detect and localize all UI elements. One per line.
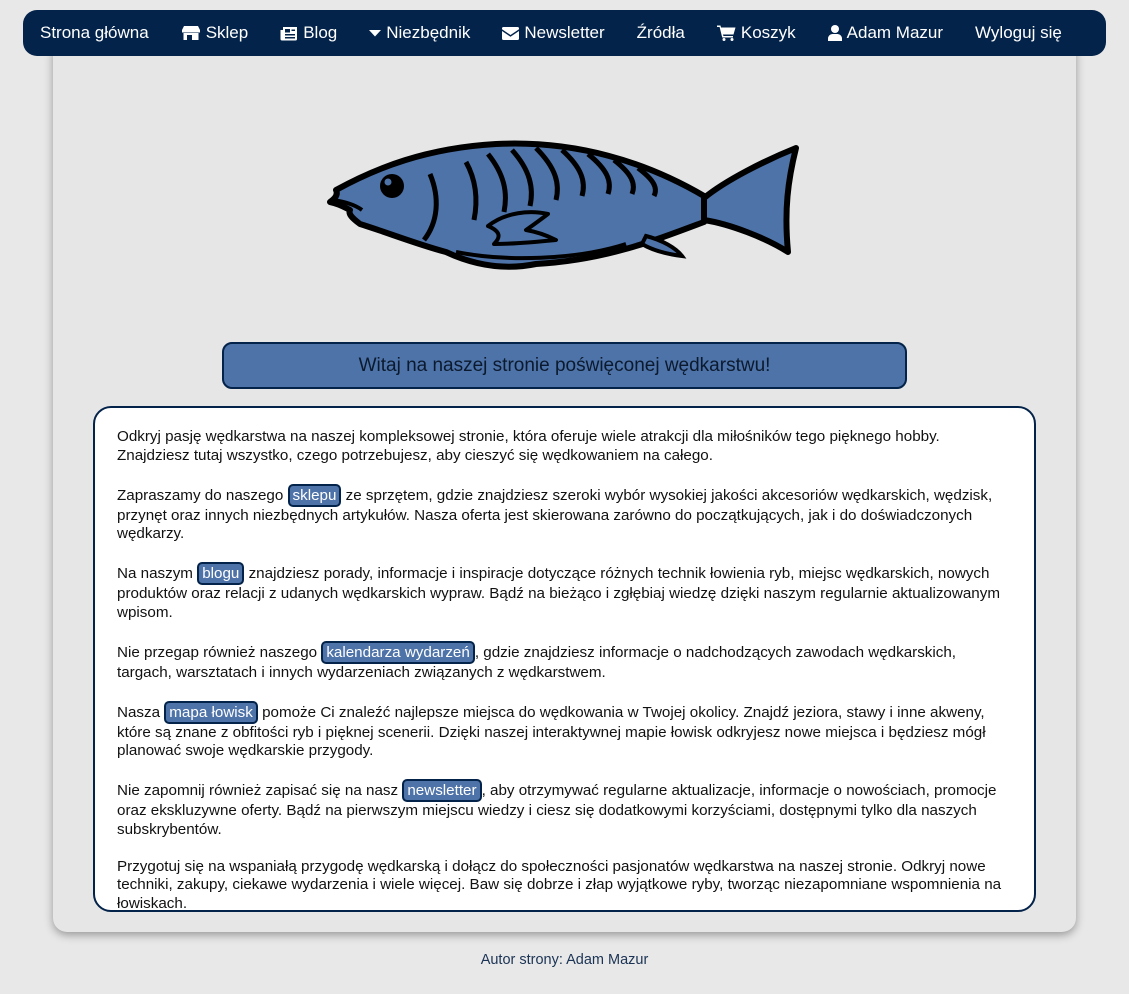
intro-content: Odkryj pasję wędkarstwa na naszej komple… — [93, 406, 1036, 912]
top-navigation: Strona główna Sklep Blog Niezbędnik News… — [23, 10, 1106, 56]
nav-sources[interactable]: Źródła — [637, 23, 685, 43]
newspaper-icon — [280, 26, 298, 40]
fish-icon — [327, 140, 799, 270]
nav-shop[interactable]: Sklep — [181, 23, 249, 43]
text-segment: Nie zapomnij również zapisać się na nasz — [117, 782, 403, 799]
footer-author: Autor strony: Adam Mazur — [480, 952, 649, 968]
nav-logout-label: Wyloguj się — [975, 23, 1062, 42]
caret-down-icon — [369, 30, 382, 37]
nav-cart[interactable]: Koszyk — [716, 23, 796, 43]
shop-paragraph: Zapraszamy do naszego sklepu ze sprzętem… — [117, 483, 1012, 544]
nav-cart-label: Koszyk — [740, 23, 796, 42]
shopping-cart-icon — [716, 25, 736, 41]
welcome-text: Witaj na naszej stronie poświęconej wędk… — [358, 354, 771, 376]
nav-essentials-label: Niezbędnik — [386, 23, 471, 42]
map-paragraph: Nasza mapa łowisk pomoże Ci znaleźć najl… — [117, 700, 1012, 761]
text-segment: Zapraszamy do naszego — [117, 486, 288, 504]
store-icon — [181, 26, 200, 40]
nav-logout[interactable]: Wyloguj się — [975, 23, 1062, 43]
nav-home[interactable]: Strona główna — [40, 23, 149, 43]
blog-link[interactable]: blogu — [197, 562, 245, 585]
text-segment: Nie przegap również naszego — [117, 643, 322, 661]
nav-blog-label: Blog — [303, 23, 338, 42]
nav-newsletter-label: Newsletter — [524, 23, 605, 42]
envelope-icon — [502, 26, 520, 40]
fishing-map-link[interactable]: mapa łowisk — [164, 700, 258, 724]
intro-paragraph: Odkryj pasję wędkarstwa na naszej komple… — [117, 428, 940, 464]
shop-link[interactable]: sklepu — [287, 483, 342, 507]
nav-sources-label: Źródła — [636, 23, 685, 42]
user-icon — [827, 25, 842, 41]
newsletter-paragraph: Nie zapomnij również zapisać się na nasz… — [117, 779, 1012, 839]
nav-user[interactable]: Adam Mazur — [827, 23, 944, 43]
nav-shop-label: Sklep — [205, 23, 249, 42]
events-paragraph: Nie przegap również naszego kalendarza w… — [117, 640, 1012, 683]
events-calendar-link[interactable]: kalendarza wydarzeń — [321, 640, 475, 664]
text-segment: znajdziesz porady, informacje i inspirac… — [117, 565, 1000, 621]
text-segment: Na naszym — [117, 565, 198, 582]
nav-blog[interactable]: Blog — [280, 23, 337, 43]
closing-paragraph: Przygotuj się na wspaniałą przygodę wędk… — [117, 857, 1002, 912]
nav-newsletter[interactable]: Newsletter — [502, 23, 605, 43]
newsletter-link[interactable]: newsletter — [402, 779, 482, 802]
welcome-banner: Witaj na naszej stronie poświęconej wędk… — [222, 342, 907, 389]
nav-home-label: Strona główna — [40, 23, 149, 42]
nav-essentials-dropdown[interactable]: Niezbędnik — [369, 23, 470, 43]
blog-paragraph: Na naszym blogu znajdziesz porady, infor… — [117, 562, 1012, 622]
text-segment: Nasza — [117, 703, 165, 721]
nav-user-label: Adam Mazur — [846, 23, 944, 42]
